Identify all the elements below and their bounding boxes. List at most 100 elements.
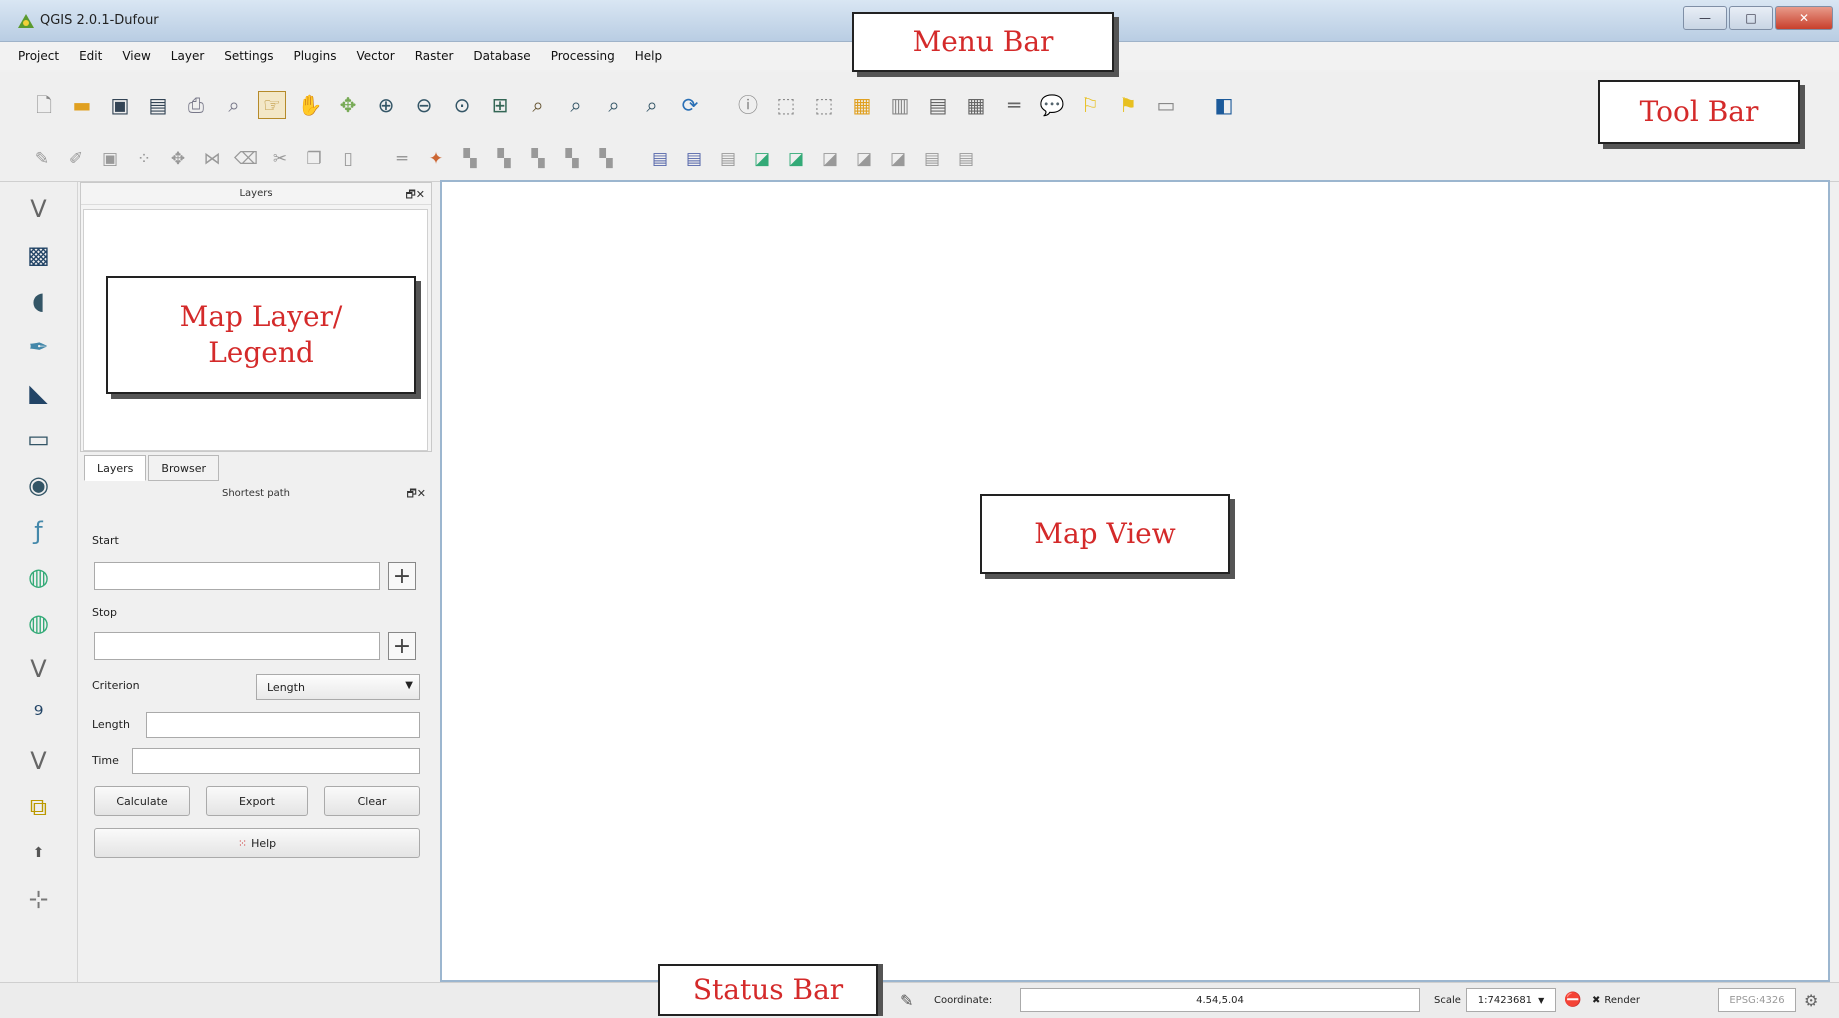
add-postgis-layer-icon[interactable]: ◖ [22,284,56,318]
add-virtual-layer-icon[interactable]: V [22,652,56,686]
copy-features-icon[interactable]: ❐ [302,148,326,172]
zoom-next-icon[interactable]: ⌕ [600,91,628,119]
save-edits-icon[interactable]: ▣ [98,148,122,172]
zoom-native-icon[interactable]: ⌕ [638,91,666,119]
stop-render-icon[interactable]: ⛔ [1564,987,1581,1013]
maximize-button[interactable]: □ [1729,6,1773,30]
toggle-extents-icon[interactable]: ✎ [900,987,913,1013]
menu-database[interactable]: Database [473,49,530,63]
menu-settings[interactable]: Settings [224,49,273,63]
python-console-icon[interactable]: ◧ [1210,91,1238,119]
tab-browser[interactable]: Browser [148,455,219,481]
composer-manager-icon[interactable]: ⌕ [220,91,248,119]
add-vector-icon[interactable]: ◪ [750,148,774,172]
scale-field[interactable]: 1:7423681 ▼ [1466,988,1556,1012]
new-shapefile-icon[interactable]: ⁹ [22,698,56,732]
zoom-full-icon[interactable]: ⊙ [448,91,476,119]
add-postgis-icon[interactable]: ◪ [818,148,842,172]
add-delimited-icon[interactable]: ▤ [954,148,978,172]
minimize-button[interactable]: — [1683,6,1727,30]
help-button[interactable]: ⁙ Help [94,828,420,858]
menu-view[interactable]: View [122,49,150,63]
add-delimited-text-icon[interactable]: ◍ [22,606,56,640]
open-project-icon[interactable]: ▬ [68,91,96,119]
cut-features-icon[interactable]: ✂ [268,148,292,172]
add-raster-icon[interactable]: ◪ [784,148,808,172]
layers-panel-controls[interactable]: 🗗✕ [405,186,425,205]
export-button[interactable]: Export [206,786,308,816]
messages-icon[interactable]: ⚙ [1804,987,1818,1013]
render-checkbox[interactable]: ✖ Render [1592,987,1640,1013]
coordinate-field[interactable]: 4.54,5.04 [1020,988,1420,1012]
map-canvas[interactable] [440,180,1830,982]
add-feature-icon[interactable]: ⁘ [132,148,156,172]
new-project-icon[interactable]: 🗋 [30,91,58,119]
zoom-layer-icon[interactable]: ⊞ [486,91,514,119]
node-tool-icon[interactable]: ⋈ [200,148,224,172]
deselect-icon[interactable]: ⬚ [810,91,838,119]
menu-plugins[interactable]: Plugins [293,49,336,63]
label-icon[interactable]: 💬 [1038,91,1066,119]
help-book-icon[interactable]: ▭ [1152,91,1180,119]
menu-project[interactable]: Project [18,49,59,63]
pan-icon[interactable]: ✋ [296,91,324,119]
select-icon[interactable]: ⬚ [772,91,800,119]
menu-vector[interactable]: Vector [356,49,394,63]
criterion-select[interactable]: Length ▼ [256,674,420,700]
pan-to-selection-icon[interactable]: ✥ [334,91,362,119]
undo-icon[interactable]: ═ [390,148,414,172]
pin-label-icon[interactable]: ⚐ [1076,91,1104,119]
add-wms-layer-icon[interactable]: ◉ [22,468,56,502]
identify-icon[interactable]: ⓘ [734,91,762,119]
touch-zoom-icon[interactable]: ☞ [258,91,286,119]
start-pick-button[interactable]: + [388,562,416,590]
menu-processing[interactable]: Processing [551,49,615,63]
tip-icon[interactable]: ═ [1000,91,1028,119]
add-oracle-layer-icon[interactable]: ▭ [22,422,56,456]
menu-help[interactable]: Help [635,49,662,63]
add-wfs-layer-icon[interactable]: ◍ [22,560,56,594]
add-wcs-layer-icon[interactable]: ƒ [22,514,56,548]
print-composer-icon[interactable]: ⎙ [182,91,210,119]
clear-button[interactable]: Clear [324,786,420,816]
rotate-label-icon[interactable]: ▚ [492,148,516,172]
new-spatialite-icon[interactable]: V [22,744,56,778]
wms-icon[interactable]: ▤ [648,148,672,172]
show-hide-label-icon[interactable]: ▚ [560,148,584,172]
delete-selected-icon[interactable]: ⌫ [234,148,258,172]
start-field[interactable] [94,562,380,590]
add-mssql-layer-icon[interactable]: ◣ [22,376,56,410]
save-project-icon[interactable]: ▣ [106,91,134,119]
add-raster-layer-icon[interactable]: ▩ [22,238,56,272]
paste-features-icon[interactable]: ▯ [336,148,360,172]
add-mssql-icon[interactable]: ◪ [886,148,910,172]
shortest-path-controls[interactable]: 🗗✕ [406,485,426,504]
zoom-out-icon[interactable]: ⊖ [410,91,438,119]
zoom-selection-icon[interactable]: ⌕ [524,91,552,119]
wfs-icon[interactable]: ▤ [682,148,706,172]
menu-edit[interactable]: Edit [79,49,102,63]
layer-style-icon[interactable]: ⚑ [1114,91,1142,119]
toggle-editing-icon[interactable]: ✐ [64,148,88,172]
calculate-button[interactable]: Calculate [94,786,190,816]
add-spatialite-layer-icon[interactable]: ✒ [22,330,56,364]
label-tool-icon[interactable]: ▚ [458,148,482,172]
length-field[interactable] [146,712,420,738]
move-label-icon[interactable]: ▚ [594,148,618,172]
redo-icon[interactable]: ✦ [424,148,448,172]
wcs-icon[interactable]: ▤ [716,148,740,172]
annotation-icon[interactable]: ▦ [962,91,990,119]
stop-pick-button[interactable]: + [388,632,416,660]
field-calculator-icon[interactable]: ▥ [886,91,914,119]
zoom-in-icon[interactable]: ⊕ [372,91,400,119]
add-vector-layer-icon[interactable]: V [22,192,56,226]
measure-icon[interactable]: ▤ [924,91,952,119]
gps-tools-icon[interactable]: ⧉ [22,790,56,824]
add-oracle-icon[interactable]: ▤ [920,148,944,172]
coordinate-capture-icon[interactable]: ⬆ [22,836,56,870]
menu-raster[interactable]: Raster [415,49,454,63]
crs-field[interactable]: EPSG:4326 [1718,988,1796,1012]
attribute-table-icon[interactable]: ▦ [848,91,876,119]
change-label-icon[interactable]: ▚ [526,148,550,172]
time-field[interactable] [132,748,420,774]
